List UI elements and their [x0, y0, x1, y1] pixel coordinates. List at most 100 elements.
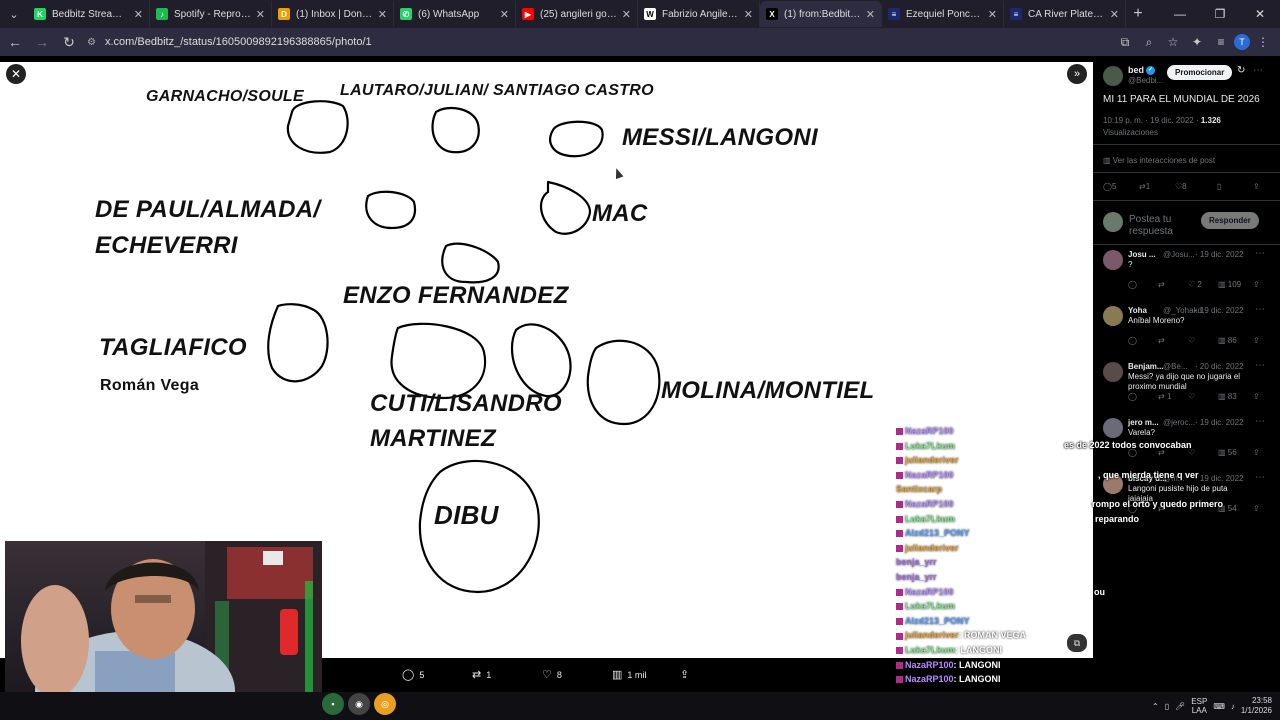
- more-options-icon[interactable]: ⋯: [1255, 304, 1265, 315]
- tab-close-icon[interactable]: ✕: [1110, 8, 1119, 21]
- repost-icon[interactable]: ⇄: [1158, 280, 1165, 289]
- reply-author[interactable]: Benjam...: [1128, 362, 1164, 371]
- chat-username[interactable]: Santixcarp: [896, 484, 942, 494]
- mic-icon[interactable]: 🎤︎: [1175, 702, 1185, 711]
- repost-icon[interactable]: ⇄ 1: [1158, 392, 1171, 401]
- browser-tab[interactable]: ✆ (6) WhatsApp ✕: [394, 1, 516, 27]
- like-icon[interactable]: ♡ 2: [1188, 280, 1202, 289]
- grok-icon[interactable]: ↻: [1237, 65, 1245, 76]
- toggle-panel-button[interactable]: »: [1067, 64, 1087, 84]
- chat-username[interactable]: Luka7Lkum: [905, 514, 955, 524]
- like-action[interactable]: ♡ 8: [542, 668, 562, 681]
- reply-avatar[interactable]: [1103, 306, 1123, 326]
- like-stat[interactable]: ♡ 8: [1175, 182, 1187, 191]
- chat-username[interactable]: Luka7Lkum: [905, 441, 955, 451]
- share-icon[interactable]: ⇪: [1253, 392, 1260, 401]
- share-icon[interactable]: ⇪: [1253, 504, 1260, 513]
- reply-icon[interactable]: ◯: [1128, 280, 1137, 289]
- author-handle[interactable]: @Bedbi...: [1128, 76, 1163, 85]
- chat-username[interactable]: julianderiver: [905, 455, 959, 465]
- tab-close-icon[interactable]: ✕: [256, 8, 265, 21]
- chat-username[interactable]: benja_yrr: [896, 557, 937, 567]
- tab-close-icon[interactable]: ✕: [988, 8, 997, 21]
- reply-date[interactable]: · 19 dic. 2022: [1195, 418, 1243, 427]
- reply-handle[interactable]: @jeroc...: [1163, 418, 1195, 427]
- share-icon[interactable]: ⇪: [1253, 336, 1260, 345]
- reply-date[interactable]: · 19 dic. 2022: [1195, 474, 1243, 483]
- expand-icon[interactable]: ⧉: [1067, 634, 1087, 652]
- restore-icon[interactable]: ❐: [1200, 0, 1240, 28]
- browser-tab[interactable]: W Fabrizio Angileri - Wi ✕: [638, 1, 760, 27]
- chat-username[interactable]: julianderiver: [905, 630, 959, 640]
- back-icon[interactable]: ←: [3, 30, 27, 54]
- chat-username[interactable]: Alzd213_PONY: [905, 528, 970, 538]
- post-time[interactable]: 10:19 p. m. · 19 dic. 2022 ·: [1103, 116, 1199, 125]
- repost-stat[interactable]: ⇄ 1: [1139, 182, 1150, 191]
- share-icon[interactable]: ⇪: [1253, 448, 1260, 457]
- author-avatar[interactable]: [1103, 66, 1123, 86]
- reply-input[interactable]: Postea tu respuesta: [1129, 214, 1199, 238]
- browser-tab[interactable]: ≡ CA River Plate - Plan ✕: [1004, 1, 1126, 27]
- reply-item[interactable]: Josu ... @Josu... · 19 dic. 2022 ⋯? ◯ ⇄ ♡ 2 ▥ …: [1103, 248, 1275, 304]
- repost-icon[interactable]: ⇄: [1158, 336, 1165, 345]
- new-tab-button[interactable]: +: [1126, 5, 1150, 23]
- chat-username[interactable]: NazaRP100: [905, 499, 954, 509]
- like-icon[interactable]: ♡: [1188, 392, 1195, 401]
- volume-icon[interactable]: ♪: [1231, 702, 1235, 711]
- browser-tab[interactable]: ≡ Ezequiel Ponce - Data ✕: [882, 1, 1004, 27]
- url-input[interactable]: ⚙ x.com/Bedbitz_/status/1605009892196388…: [87, 31, 1087, 53]
- browser-tab[interactable]: D (1) Inbox | Donoclip ✕: [272, 1, 394, 27]
- chat-username[interactable]: Luka7Lkum: [905, 601, 955, 611]
- tab-search-icon[interactable]: ⌄: [0, 0, 28, 28]
- view-interactions-link[interactable]: ▥ Ver las interacciones de post: [1103, 156, 1215, 165]
- reply-author[interactable]: jero m...: [1128, 418, 1159, 427]
- zoom-icon[interactable]: ⌕: [1138, 30, 1160, 54]
- bookmark-star-icon[interactable]: ☆: [1162, 30, 1184, 54]
- views-icon[interactable]: ▥ 56: [1218, 448, 1237, 457]
- reply-stat[interactable]: ◯ 5: [1103, 182, 1116, 191]
- reply-avatar[interactable]: [1103, 418, 1123, 438]
- tab-close-icon[interactable]: ✕: [622, 8, 631, 21]
- reply-date[interactable]: · 20 dic. 2022: [1195, 362, 1243, 371]
- reply-author[interactable]: Josu ...: [1128, 250, 1156, 259]
- reply-handle[interactable]: @Josu...: [1163, 250, 1195, 259]
- reply-avatar[interactable]: [1103, 250, 1123, 270]
- reply-date[interactable]: · 19 dic. 2022: [1195, 306, 1243, 315]
- tab-close-icon[interactable]: ✕: [378, 8, 387, 21]
- usb-icon[interactable]: ▯: [1165, 702, 1169, 711]
- chat-username[interactable]: Alzd213_PONY: [905, 616, 970, 626]
- chat-username[interactable]: julianderiver: [905, 543, 959, 553]
- reply-item[interactable]: Benjam... @Be... · 20 dic. 2022 ⋯ Messi? ya …: [1103, 360, 1275, 416]
- tray-chevron-icon[interactable]: ⌃: [1152, 702, 1159, 711]
- close-photo-button[interactable]: ✕: [6, 64, 26, 84]
- more-options-icon[interactable]: ⋯: [1253, 65, 1263, 76]
- reply-item[interactable]: Yoha @_Yohakd · 19 dic. 2022 ⋯ Aníbal Moreno…: [1103, 304, 1275, 360]
- reply-icon[interactable]: ◯: [1128, 392, 1137, 401]
- share-icon[interactable]: ⇪: [1253, 280, 1260, 289]
- browser-tab[interactable]: K Bedbitz Stream - Wa ✕: [28, 1, 150, 27]
- install-icon[interactable]: ⧉: [1114, 30, 1136, 54]
- clock[interactable]: 23:58 1/1/2026: [1241, 696, 1272, 716]
- browser-tab[interactable]: ▶ (25) angileri gol defe ✕: [516, 1, 638, 27]
- site-info-icon[interactable]: ⚙: [87, 37, 105, 48]
- chat-username[interactable]: NazaRP100: [905, 426, 954, 436]
- bookmark-icon[interactable]: ▯: [1217, 182, 1221, 191]
- reload-icon[interactable]: ↻: [57, 30, 81, 54]
- reply-author[interactable]: Yoha: [1128, 306, 1147, 315]
- browser-tab[interactable]: X (1) from:Bedbitz_202 ✕: [760, 1, 882, 27]
- chat-username[interactable]: benja_yrr: [896, 572, 937, 582]
- share-icon[interactable]: ⇪: [1253, 182, 1260, 191]
- browser-tab[interactable]: ♪ Spotify - Reproductor ✕: [150, 1, 272, 27]
- author-name[interactable]: bed ✓: [1128, 65, 1156, 76]
- views-icon[interactable]: ▥ 109: [1218, 280, 1241, 289]
- network-icon[interactable]: ⌨: [1213, 702, 1225, 711]
- chrome-icon[interactable]: ◎: [374, 693, 396, 715]
- chat-username[interactable]: NazaRP100: [905, 587, 954, 597]
- obs-icon[interactable]: ◉: [348, 693, 370, 715]
- views-icon[interactable]: ▥ 86: [1218, 336, 1237, 345]
- chat-username[interactable]: NazaRP100: [905, 470, 954, 480]
- tab-close-icon[interactable]: ✕: [744, 8, 753, 21]
- extensions-icon[interactable]: ✦: [1186, 30, 1208, 54]
- share-action[interactable]: ⇪: [680, 668, 689, 681]
- reply-handle[interactable]: @Be...: [1163, 362, 1188, 371]
